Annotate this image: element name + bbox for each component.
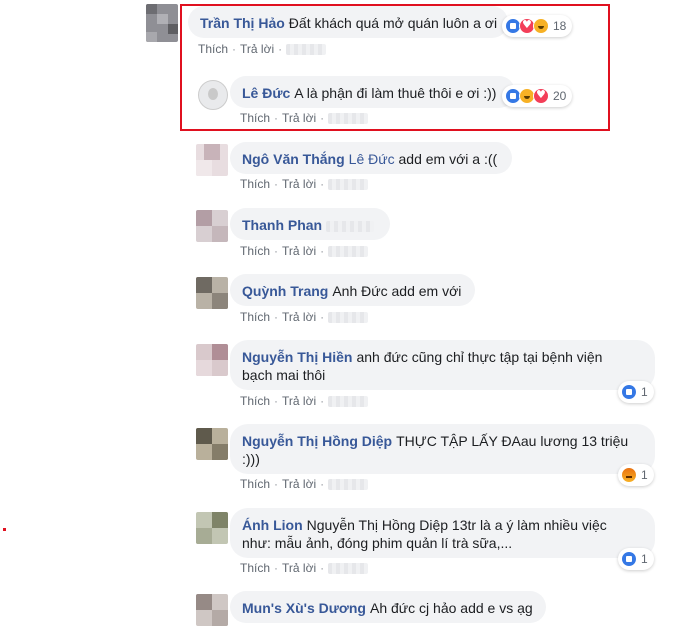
like-link[interactable]: Thích [240,394,270,408]
timestamp-blurred [328,312,369,324]
comment-bubble: Trần Thị Hảo Đất khách quá mở quán luôn a… [188,6,508,38]
reaction-summary[interactable]: 1 [618,381,654,403]
reaction-count: 18 [553,19,567,33]
avatar[interactable] [196,144,228,176]
comment-bubble: Nguyễn Thị Hồng Diệp THỰC TẬP LẤY ĐAau lư… [230,424,655,474]
comment-text: add em với a :(( [398,151,498,167]
like-link[interactable]: Thích [240,561,270,575]
comment-bubble: Nguyễn Thị Hiền anh đức cũng chỉ thực tập… [230,340,655,390]
commenter-name[interactable]: Lê Đức [242,85,290,101]
comment-actions: Thích · Trả lời · [240,244,369,258]
avatar[interactable] [196,210,228,242]
reaction-summary[interactable]: 20 [502,85,573,107]
reaction-count: 1 [641,468,648,482]
commenter-name[interactable]: Mun's Xù's Dương [242,600,366,616]
comment-actions: Thích · Trả lời · [240,111,369,125]
avatar[interactable] [196,594,228,626]
timestamp-blurred [286,44,327,56]
comment-text: Ah đức cj hảo add e vs ạg [369,600,533,616]
avatar[interactable] [146,4,178,42]
reply-link[interactable]: Trả lời [282,310,316,324]
timestamp-blurred [328,246,369,258]
comment-actions: Thích · Trả lời · [198,42,327,56]
reply-link[interactable]: Trả lời [282,394,316,408]
reaction-summary[interactable]: 1 [618,464,654,486]
reply-link[interactable]: Trả lời [282,177,316,191]
like-link[interactable]: Thích [240,244,270,258]
red-dot-mark [3,528,6,531]
like-link[interactable]: Thích [240,310,270,324]
avatar[interactable] [196,512,228,544]
reaction-summary[interactable]: 18 [502,15,573,37]
comment-bubble: Ánh Lion Nguyễn Thị Hồng Diệp 13tr là a ý… [230,508,655,558]
avatar[interactable] [196,277,228,309]
like-icon [621,384,637,400]
like-link[interactable]: Thích [240,477,270,491]
commenter-name[interactable]: Thanh Phan [242,217,322,233]
haha-icon [533,18,549,34]
comment-actions: Thích · Trả lời · [240,394,369,408]
commenter-name[interactable]: Nguyễn Thị Hồng Diệp [242,433,392,449]
avatar[interactable] [196,428,228,460]
timestamp-blurred [328,396,369,408]
comment-text: Anh Đức add em với [332,283,462,299]
reaction-count: 1 [641,385,648,399]
commenter-name[interactable]: Ánh Lion [242,517,303,533]
comment-bubble: Lê Đức A là phận đi làm thuê thôi e ơi :)… [230,76,515,108]
comment-bubble: Ngô Văn Thắng Lê Đức add em với a :(( [230,142,512,174]
comment-bubble: Thanh Phan [230,208,390,240]
comment-actions: Thích · Trả lời · [240,310,369,324]
commenter-name[interactable]: Nguyễn Thị Hiền [242,349,352,365]
timestamp-blurred [328,113,369,125]
like-link[interactable]: Thích [240,111,270,125]
reaction-summary[interactable]: 1 [618,548,654,570]
reaction-count: 20 [553,89,567,103]
timestamp-blurred [328,179,369,191]
timestamp-blurred [328,479,369,491]
avatar[interactable] [198,80,228,110]
comment-text: A là phận đi làm thuê thôi e ơi :)) [294,85,497,101]
avatar[interactable] [196,344,228,376]
comment-bubble: Mun's Xù's Dương Ah đức cj hảo add e vs ạ… [230,591,546,623]
like-link[interactable]: Thích [198,42,228,56]
comment-bubble: Quỳnh Trang Anh Đức add em với [230,274,475,306]
commenter-name[interactable]: Trần Thị Hảo [200,15,285,31]
reply-link[interactable]: Trả lời [240,42,274,56]
like-link[interactable]: Thích [240,177,270,191]
angry-icon [621,467,637,483]
comment-actions: Thích · Trả lời · [240,477,369,491]
reply-link[interactable]: Trả lời [282,477,316,491]
timestamp-blurred [328,563,369,575]
reaction-count: 1 [641,552,648,566]
reply-link[interactable]: Trả lời [282,244,316,258]
love-icon [533,88,549,104]
comment-actions: Thích · Trả lời · [240,177,369,191]
commenter-name[interactable]: Quỳnh Trang [242,283,328,299]
reply-link[interactable]: Trả lời [282,561,316,575]
comment-text: Đất khách quá mở quán luôn a ơi [288,15,498,31]
commenter-name[interactable]: Ngô Văn Thắng [242,151,345,167]
blurred-text [326,220,375,232]
mentioned-user[interactable]: Lê Đức [349,151,395,167]
reply-link[interactable]: Trả lời [282,111,316,125]
like-icon [621,551,637,567]
comment-actions: Thích · Trả lời · [240,561,369,575]
